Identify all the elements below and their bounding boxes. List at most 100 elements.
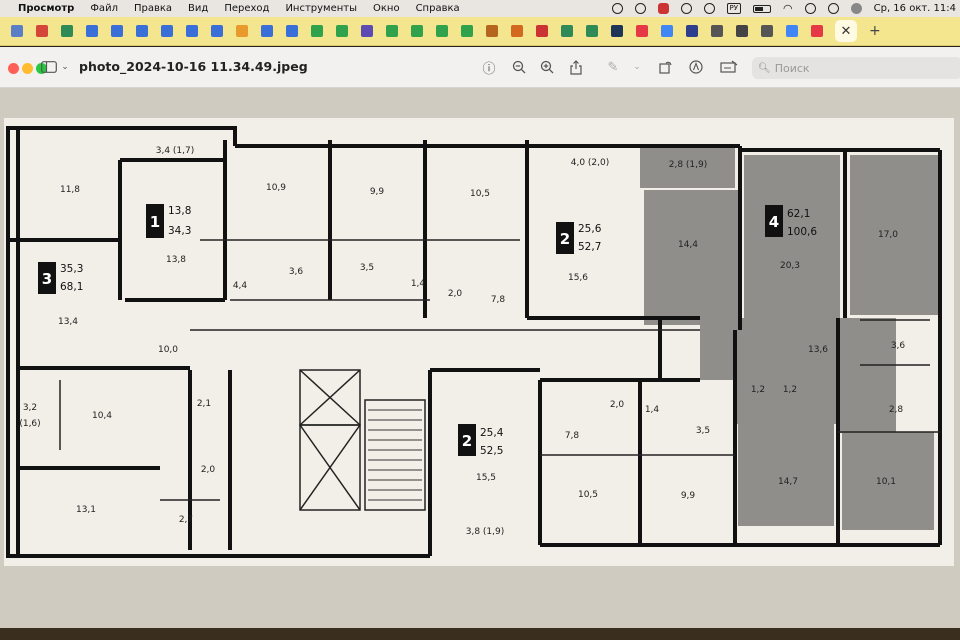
browser-tab[interactable] bbox=[683, 23, 700, 40]
close-window-button[interactable] bbox=[8, 63, 19, 74]
annotate-icon[interactable] bbox=[718, 57, 740, 77]
chevron-down-icon[interactable]: ⌄ bbox=[60, 57, 70, 77]
apartment-total-area: 100,6 bbox=[787, 226, 817, 238]
menu-window[interactable]: Окно bbox=[365, 3, 408, 14]
markup-icon[interactable] bbox=[687, 57, 705, 77]
status-icon[interactable] bbox=[611, 3, 623, 14]
browser-tab[interactable] bbox=[183, 23, 200, 40]
browser-tab[interactable] bbox=[358, 23, 375, 40]
apartment-living-area: 25,6 bbox=[578, 223, 602, 235]
control-center-icon[interactable] bbox=[827, 3, 839, 14]
wifi-icon[interactable]: ◠ bbox=[783, 2, 793, 15]
apartment-number: 2 bbox=[560, 230, 570, 248]
browser-tab[interactable] bbox=[333, 23, 350, 40]
browser-tab[interactable] bbox=[758, 23, 775, 40]
browser-tab[interactable] bbox=[483, 23, 500, 40]
menu-view[interactable]: Вид bbox=[180, 3, 216, 14]
minimize-window-button[interactable] bbox=[22, 63, 33, 74]
browser-tab[interactable] bbox=[433, 23, 450, 40]
search-input[interactable]: 🔍︎ Поиск bbox=[752, 57, 960, 79]
room-area-label: 2,0 bbox=[448, 289, 463, 299]
apartment-number: 2 bbox=[462, 432, 472, 450]
shield-icon[interactable] bbox=[680, 3, 692, 14]
tab-favicon-icon bbox=[485, 25, 498, 37]
browser-tab[interactable] bbox=[608, 23, 625, 40]
room-area-label: 9,9 bbox=[370, 187, 385, 197]
menu-bar: Просмотр Файл Правка Вид Переход Инструм… bbox=[0, 0, 960, 17]
rotate-icon[interactable] bbox=[657, 57, 675, 77]
search-icon[interactable] bbox=[804, 3, 816, 14]
browser-tab[interactable] bbox=[133, 23, 150, 40]
menu-tools[interactable]: Инструменты bbox=[277, 3, 365, 14]
siri-icon[interactable] bbox=[850, 3, 862, 14]
browser-tab[interactable] bbox=[33, 23, 50, 40]
room-area-label: 14,4 bbox=[678, 240, 698, 250]
apartment-number: 1 bbox=[150, 213, 160, 231]
apartment-total-area: 68,1 bbox=[60, 281, 83, 293]
apartment-living-area: 62,1 bbox=[787, 208, 810, 220]
room-area-label: 10,4 bbox=[92, 411, 112, 421]
room-area-label: 4,4 bbox=[233, 281, 248, 291]
menu-edit[interactable]: Правка bbox=[126, 3, 180, 14]
browser-tab[interactable] bbox=[708, 23, 725, 40]
tab-favicon-icon bbox=[560, 25, 573, 37]
sidebar-toggle-icon[interactable] bbox=[40, 57, 58, 77]
browser-tab[interactable] bbox=[158, 23, 175, 40]
input-language-indicator[interactable]: РУ bbox=[726, 3, 741, 14]
browser-tab[interactable] bbox=[83, 23, 100, 40]
browser-tab[interactable] bbox=[108, 23, 125, 40]
tab-favicon-icon bbox=[185, 25, 198, 37]
browser-tab[interactable] bbox=[283, 23, 300, 40]
browser-tab[interactable] bbox=[8, 23, 25, 40]
tab-favicon-icon bbox=[310, 25, 323, 37]
apartment-total-area: 52,5 bbox=[480, 445, 503, 457]
tab-favicon-icon bbox=[160, 25, 173, 37]
apartment-living-area: 25,4 bbox=[480, 427, 504, 439]
browser-tab[interactable] bbox=[58, 23, 75, 40]
zoom-in-icon[interactable] bbox=[538, 57, 556, 77]
menu-help[interactable]: Справка bbox=[408, 3, 468, 14]
browser-tab[interactable] bbox=[808, 23, 825, 40]
zoom-out-icon[interactable] bbox=[510, 57, 528, 77]
chevron-down-icon[interactable]: ⌄ bbox=[632, 57, 642, 77]
status-icon[interactable] bbox=[634, 3, 646, 14]
tab-favicon-icon bbox=[135, 25, 148, 37]
menu-go[interactable]: Переход bbox=[216, 3, 277, 14]
menu-app-name[interactable]: Просмотр bbox=[10, 3, 82, 14]
browser-tab[interactable] bbox=[558, 23, 575, 40]
browser-tab[interactable] bbox=[233, 23, 250, 40]
status-icon[interactable] bbox=[703, 3, 715, 14]
menu-file[interactable]: Файл bbox=[82, 3, 126, 14]
browser-tab[interactable] bbox=[583, 23, 600, 40]
floor-plan-image: 1 2 3 4 2 13,8 34,3 25,6 52,7 35,3 68,1 … bbox=[4, 118, 954, 566]
markup-pen-icon[interactable]: ✎ bbox=[604, 57, 622, 77]
status-icon[interactable] bbox=[657, 3, 669, 14]
tab-favicon-icon bbox=[535, 25, 548, 37]
room-area-label: 17,0 bbox=[878, 230, 898, 240]
browser-tab[interactable] bbox=[258, 23, 275, 40]
close-tab-icon[interactable]: ✕ bbox=[835, 20, 857, 42]
new-tab-button[interactable]: + bbox=[869, 23, 881, 39]
browser-tab[interactable] bbox=[733, 23, 750, 40]
tab-favicon-icon bbox=[685, 25, 698, 37]
browser-tab[interactable] bbox=[633, 23, 650, 40]
browser-tab[interactable] bbox=[783, 23, 800, 40]
info-icon[interactable]: ⓘ bbox=[480, 57, 498, 77]
tab-favicon-icon bbox=[410, 25, 423, 37]
battery-icon[interactable] bbox=[753, 4, 771, 13]
browser-tab[interactable] bbox=[533, 23, 550, 40]
browser-tab[interactable] bbox=[208, 23, 225, 40]
tab-favicon-icon bbox=[285, 25, 298, 37]
browser-tab[interactable] bbox=[458, 23, 475, 40]
share-icon[interactable] bbox=[567, 57, 585, 77]
room-area-label: 15,5 bbox=[476, 473, 496, 483]
browser-tab[interactable] bbox=[408, 23, 425, 40]
room-area-label: 10,0 bbox=[158, 345, 178, 355]
browser-tab[interactable] bbox=[308, 23, 325, 40]
apartment-total-area: 52,7 bbox=[578, 241, 601, 253]
room-area-label: 10,5 bbox=[470, 189, 490, 199]
browser-tab[interactable] bbox=[658, 23, 675, 40]
menu-clock[interactable]: Ср, 16 окт. 11:4 bbox=[874, 3, 956, 14]
browser-tab[interactable] bbox=[508, 23, 525, 40]
browser-tab[interactable] bbox=[383, 23, 400, 40]
